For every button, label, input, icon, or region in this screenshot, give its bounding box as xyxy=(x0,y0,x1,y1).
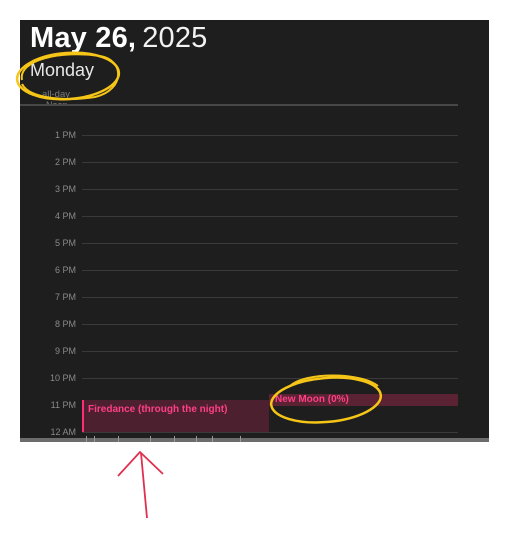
hour-row[interactable]: 1 PM xyxy=(20,129,458,141)
hour-gridline xyxy=(82,324,458,325)
hour-label: 6 PM xyxy=(54,265,76,275)
bottom-tick xyxy=(212,436,213,442)
hour-label: 7 PM xyxy=(54,292,76,302)
hour-row[interactable]: 7 PM xyxy=(20,291,458,303)
hour-row[interactable]: 4 PM xyxy=(20,210,458,222)
hour-label: 9 PM xyxy=(54,346,76,356)
hour-row[interactable]: 3 PM xyxy=(20,183,458,195)
hour-row[interactable]: 10 PM xyxy=(20,372,458,384)
weekday-label: Monday xyxy=(30,60,95,80)
hour-gridline xyxy=(82,351,458,352)
hour-gridline xyxy=(82,135,458,136)
bottom-tick xyxy=(240,436,241,442)
bottom-tick xyxy=(94,436,95,442)
event-new-moon[interactable]: New Moon (0%) xyxy=(269,394,458,406)
screenshot-stage: May 26, 2025 Monday all-day Noon 1 PM 2 PM… xyxy=(0,0,511,544)
hour-gridline xyxy=(82,189,458,190)
hour-row[interactable]: 6 PM xyxy=(20,264,458,276)
hour-gridline xyxy=(82,378,458,379)
hour-label: 11 PM xyxy=(50,400,76,410)
event-title: Firedance (through the night) xyxy=(88,404,228,415)
bottom-tick xyxy=(174,436,175,442)
hour-row[interactable]: 8 PM xyxy=(20,318,458,330)
hour-row[interactable]: 2 PM xyxy=(20,156,458,168)
hour-gridline xyxy=(82,432,458,433)
hour-gridline xyxy=(82,216,458,217)
date-heading: May 26, 2025 xyxy=(30,22,208,55)
hour-label: 12 AM xyxy=(50,427,76,437)
bottom-scroll-strip xyxy=(20,438,489,442)
hour-label: 5 PM xyxy=(54,238,76,248)
hour-label: 1 PM xyxy=(54,130,76,140)
hour-gridline xyxy=(82,243,458,244)
event-title: New Moon (0%) xyxy=(275,394,349,405)
bottom-tick xyxy=(118,436,119,442)
bottom-tick xyxy=(196,436,197,442)
date-label: May 26, xyxy=(30,22,137,54)
hour-label: 3 PM xyxy=(54,184,76,194)
hour-label: 10 PM xyxy=(49,373,76,383)
hour-gridline xyxy=(82,297,458,298)
hour-label: 8 PM xyxy=(54,319,76,329)
year-label: 2025 xyxy=(142,22,208,54)
day-view: May 26, 2025 Monday all-day Noon 1 PM 2 PM… xyxy=(20,20,489,442)
arrow-shaft xyxy=(140,452,148,519)
hour-label: 2 PM xyxy=(54,157,76,167)
bottom-tick xyxy=(150,436,151,442)
hour-gridline xyxy=(82,162,458,163)
all-day-divider xyxy=(20,104,458,106)
event-firedance[interactable]: Firedance (through the night) xyxy=(82,400,269,432)
hour-row[interactable]: 9 PM xyxy=(20,345,458,357)
all-day-label: all-day xyxy=(42,89,70,100)
arrow-head xyxy=(117,451,164,477)
bottom-tick xyxy=(86,436,87,442)
hour-label: 4 PM xyxy=(54,211,76,221)
hour-gridline xyxy=(82,270,458,271)
hour-row[interactable]: 5 PM xyxy=(20,237,458,249)
